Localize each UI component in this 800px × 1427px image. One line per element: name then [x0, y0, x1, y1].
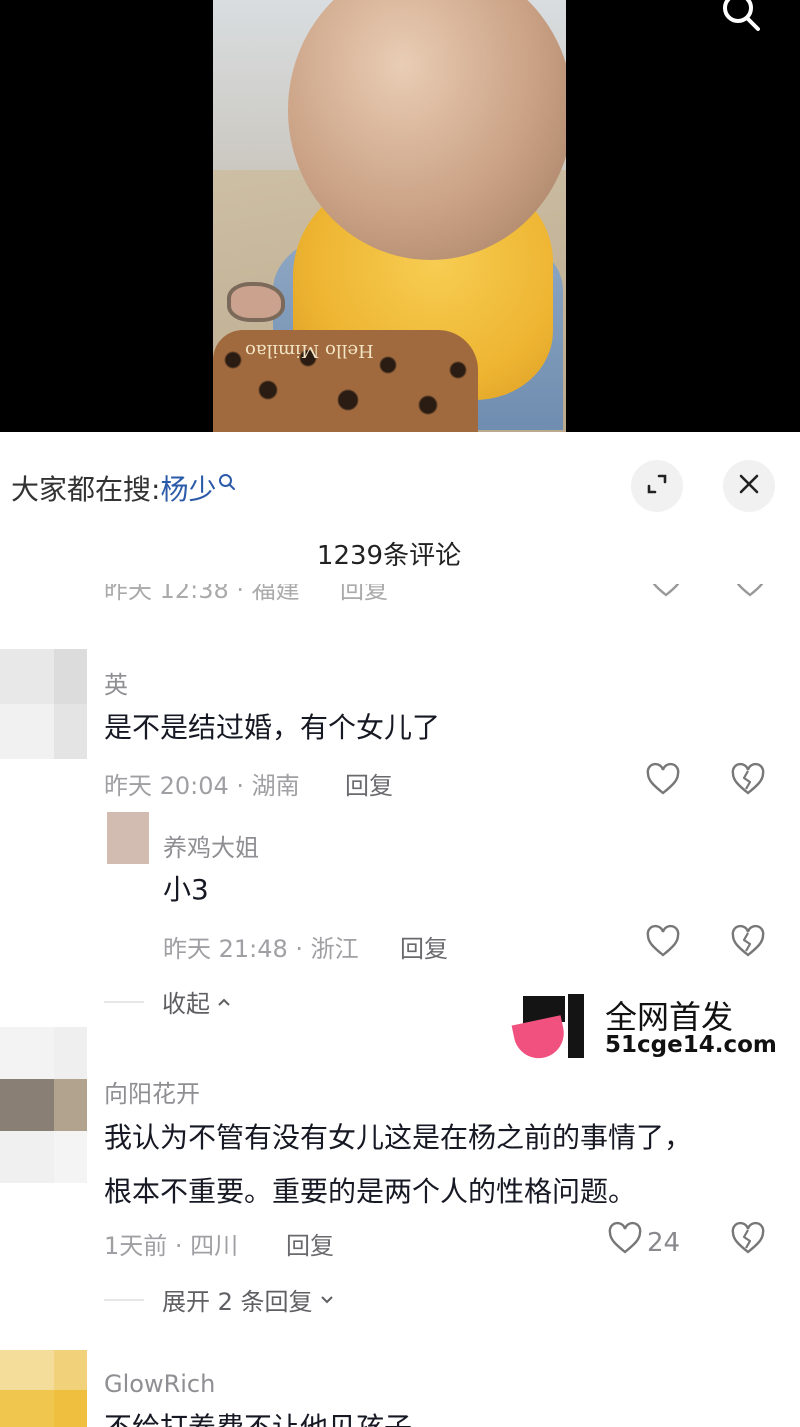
like-button[interactable]	[645, 762, 681, 805]
expand-button[interactable]	[631, 460, 683, 512]
comment-meta: 1天前 · 四川	[104, 1232, 239, 1260]
previous-comment-footer: 昨天 12:38 · 福建 回复	[104, 584, 800, 610]
reply-avatar[interactable]	[107, 812, 149, 864]
expand-icon	[644, 471, 670, 501]
broken-heart-icon	[730, 1221, 766, 1261]
like-button[interactable]	[645, 924, 681, 967]
avatar[interactable]	[0, 649, 87, 759]
heart-icon[interactable]	[648, 584, 684, 604]
comment-text-line1: 我认为不管有没有女儿这是在杨之前的事情了，	[104, 1121, 693, 1154]
chevron-down-icon	[313, 1286, 335, 1314]
comment-meta: 昨天 12:38 · 福建	[104, 584, 300, 604]
reply-text: 小3	[163, 873, 209, 906]
dislike-button[interactable]	[730, 1221, 766, 1261]
reply-button[interactable]: 回复	[400, 929, 448, 964]
comment-count-title: 1239条评论	[316, 541, 462, 571]
expand-replies-button[interactable]: 展开 2 条回复	[104, 1282, 335, 1317]
comment-username[interactable]: 英	[104, 665, 128, 700]
search-icon[interactable]	[716, 0, 766, 36]
like-count: 24	[647, 1227, 681, 1258]
collapse-replies-button[interactable]: 收起	[104, 984, 232, 1019]
reply-button[interactable]: 回复	[286, 1226, 334, 1261]
comment-text: 不给打养费不让他见孩子	[104, 1402, 412, 1427]
search-hint-keyword[interactable]: 杨少	[160, 473, 216, 506]
sandal-foot	[227, 282, 285, 322]
avatar[interactable]	[0, 1027, 87, 1187]
divider-line	[104, 1000, 144, 1003]
heart-icon	[645, 762, 681, 805]
comments-panel: 大家都在搜:杨少 1239条评论 昨天 12:38 · 福建 回复 英 是不是结…	[0, 432, 800, 1427]
watermark-url: 51cge14.com	[605, 1032, 777, 1058]
divider-line	[104, 1298, 144, 1301]
comment-meta: 昨天 20:04 · 湖南	[104, 772, 300, 800]
comment-text-line2: 根本不重要。重要的是两个人的性格问题。	[104, 1175, 637, 1208]
watermark-logo: 全网首发 51cge14.com	[511, 992, 777, 1063]
video-frame: Hello Mimilao	[213, 0, 566, 432]
reply-button[interactable]: 回复	[345, 766, 393, 801]
close-icon	[736, 471, 762, 501]
heart-icon	[645, 924, 681, 967]
broken-heart-icon	[730, 762, 766, 802]
comment-username[interactable]: 向阳花开	[104, 1074, 200, 1109]
reply-button[interactable]: 回复	[340, 584, 388, 605]
expand-label: 展开 2 条回复	[162, 1288, 313, 1316]
reply-meta: 昨天 21:48 · 浙江	[163, 935, 359, 963]
heart-icon	[607, 1221, 643, 1264]
avatar[interactable]	[0, 1350, 87, 1427]
video-player[interactable]: Hello Mimilao	[0, 0, 800, 432]
chevron-up-icon	[210, 988, 232, 1016]
broken-heart-icon	[730, 924, 766, 964]
like-button[interactable]: 24	[607, 1221, 680, 1264]
dislike-button[interactable]	[730, 924, 766, 964]
search-small-icon	[216, 473, 236, 506]
collapse-label: 收起	[162, 990, 210, 1018]
close-button[interactable]	[723, 460, 775, 512]
search-hint-prefix: 大家都在搜:	[11, 473, 161, 506]
dislike-button[interactable]	[730, 762, 766, 802]
reply-username[interactable]: 养鸡大姐	[163, 828, 259, 863]
search-suggestion[interactable]: 大家都在搜:杨少	[11, 468, 236, 508]
bag-print-text: Hello Mimilao	[245, 340, 374, 361]
comment-username[interactable]: GlowRich	[104, 1370, 215, 1398]
broken-heart-icon[interactable]	[732, 584, 768, 604]
comment-text: 是不是结过婚，有个女儿了	[104, 711, 441, 744]
leopard-bag: Hello Mimilao	[213, 330, 478, 432]
